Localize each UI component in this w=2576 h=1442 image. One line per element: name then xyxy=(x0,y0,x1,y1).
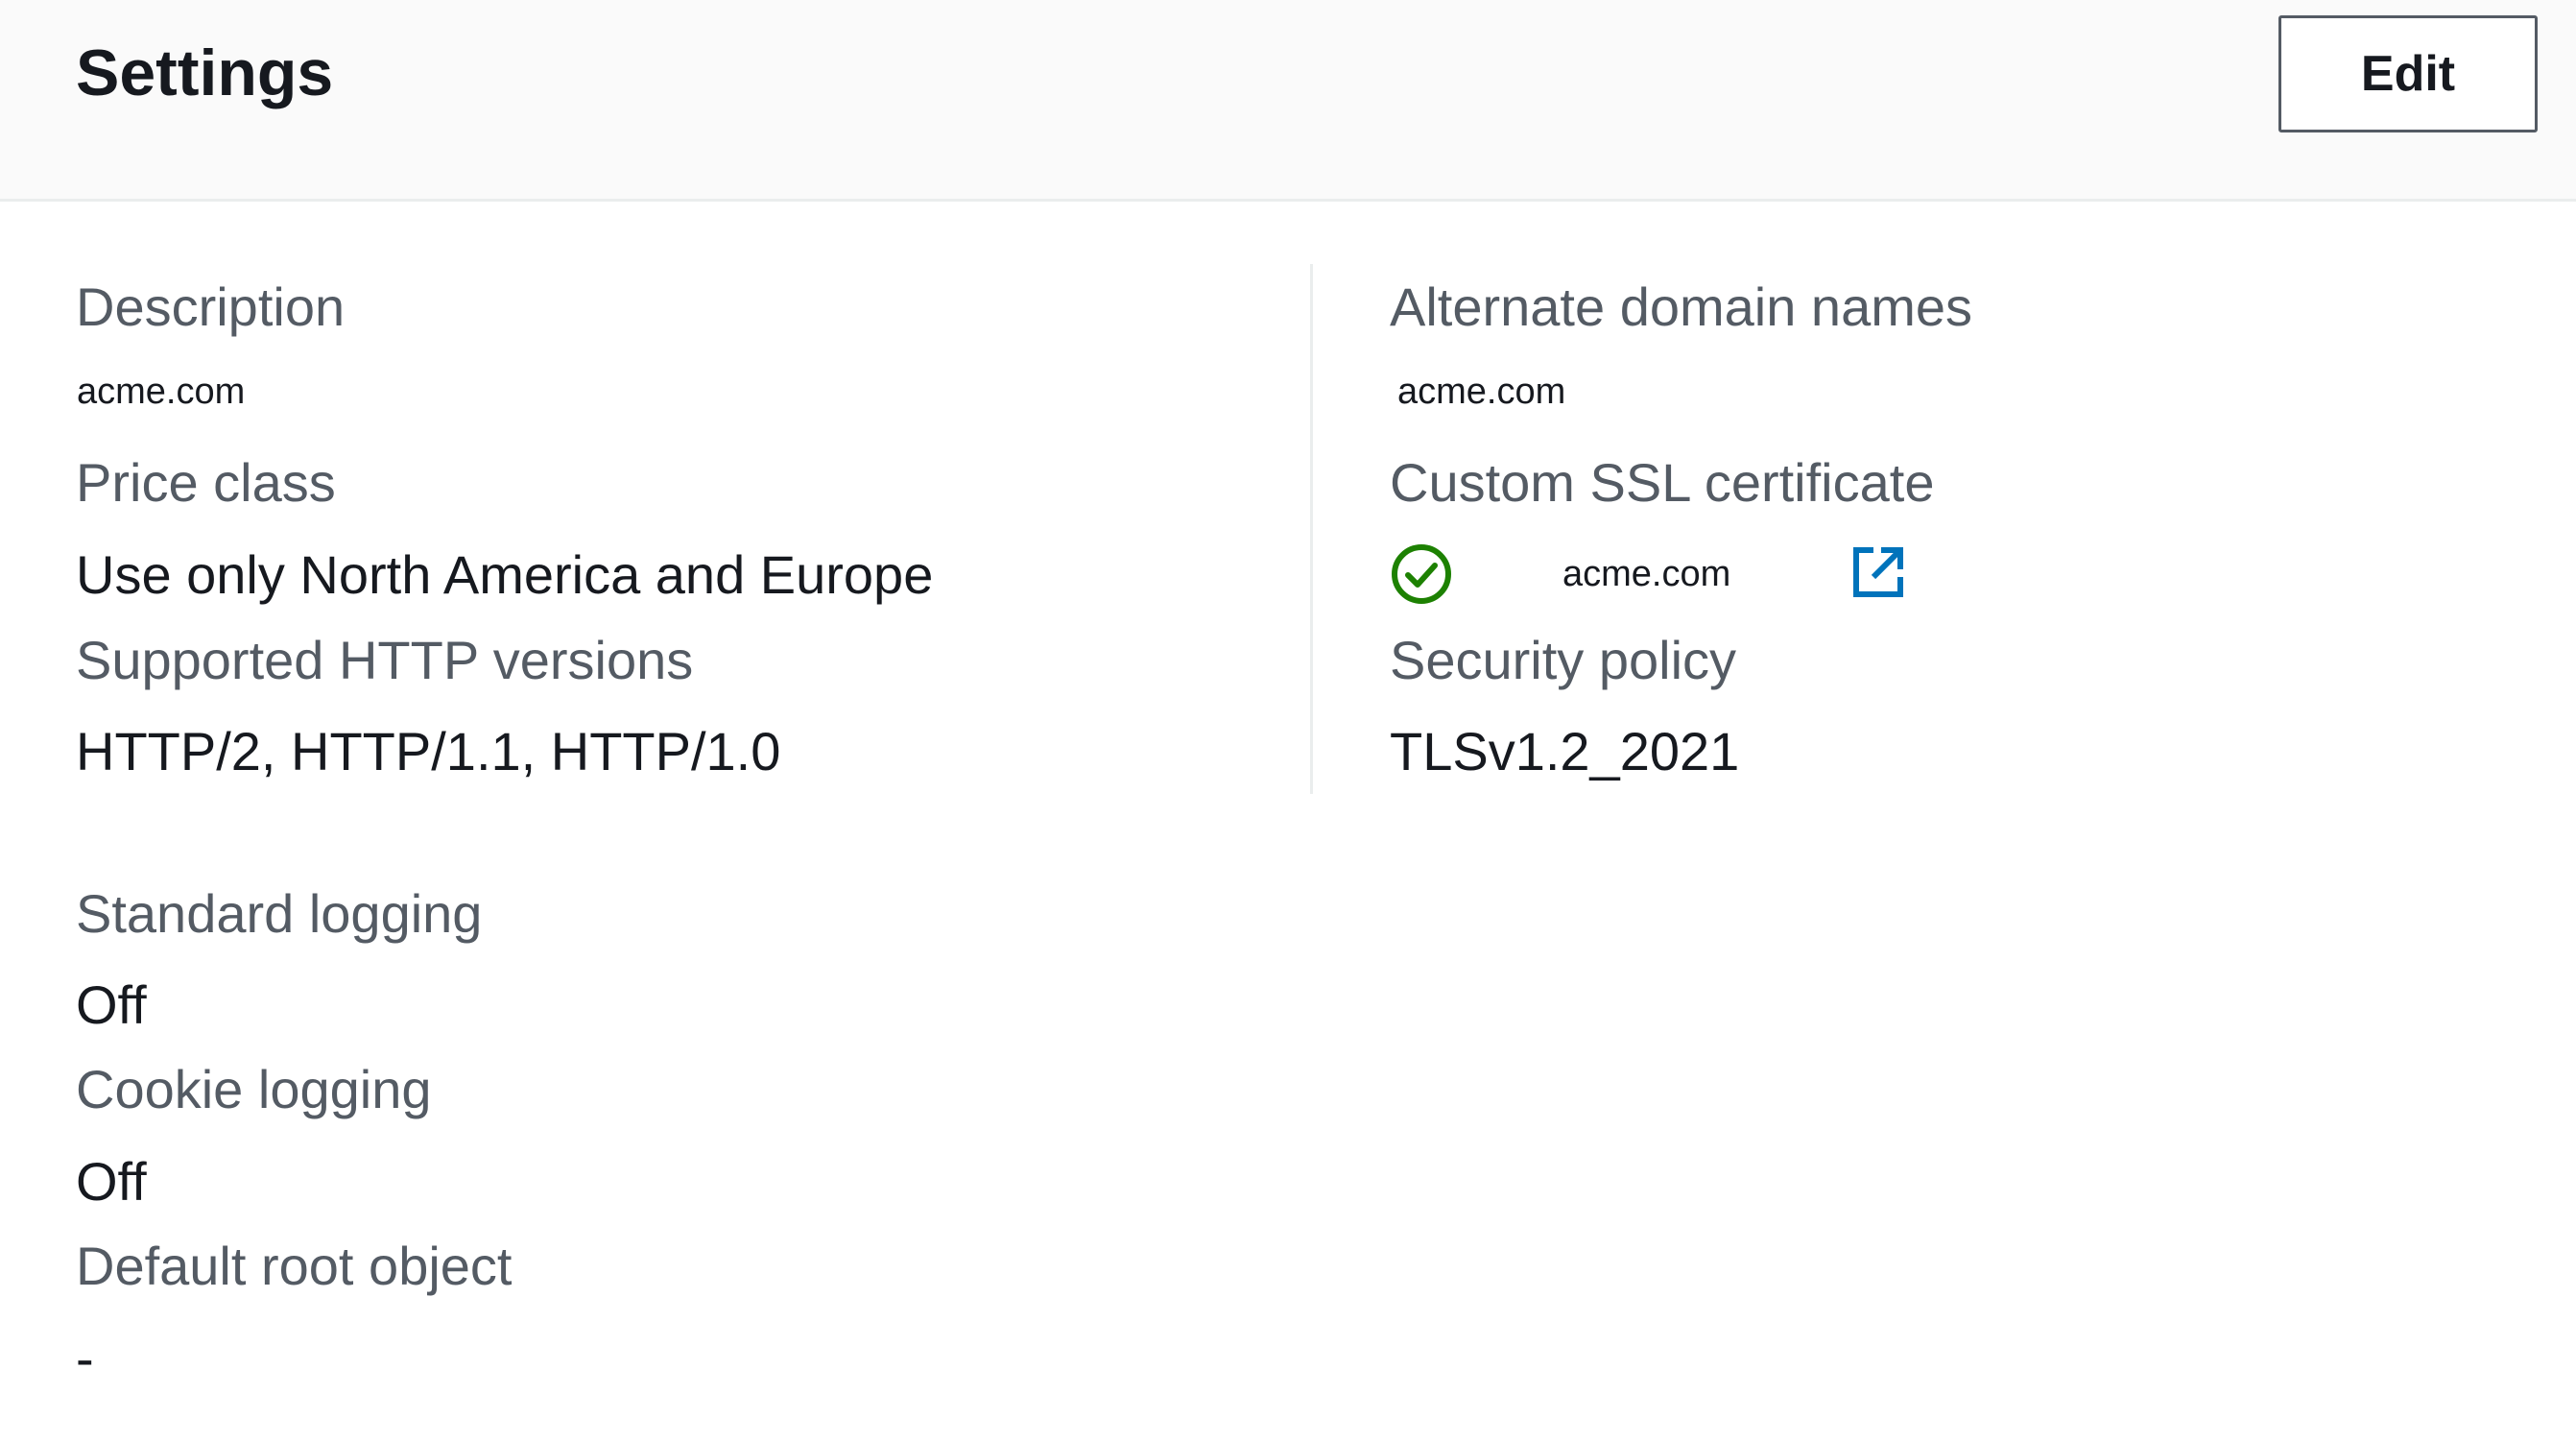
settings-header: Settings Edit xyxy=(0,0,2576,202)
ssl-certificate-value: acme.com xyxy=(1562,554,1731,594)
column-divider xyxy=(1310,264,1313,794)
price-class-value: Use only North America and Europe xyxy=(76,544,934,605)
http-versions-value: HTTP/2, HTTP/1.1, HTTP/1.0 xyxy=(76,721,781,781)
default-root-object-label: Default root object xyxy=(76,1236,513,1296)
external-link-icon[interactable] xyxy=(1849,542,1908,602)
default-root-object-value: - xyxy=(76,1328,94,1388)
cookie-logging-value: Off xyxy=(76,1151,147,1212)
page-title: Settings xyxy=(76,36,334,109)
price-class-label: Price class xyxy=(76,452,336,513)
ssl-certificate-label: Custom SSL certificate xyxy=(1390,452,1935,513)
standard-logging-value: Off xyxy=(76,974,147,1035)
standard-logging-label: Standard logging xyxy=(76,883,483,944)
alternate-domains-value: acme.com xyxy=(1397,372,1566,412)
security-policy-value: TLSv1.2_2021 xyxy=(1390,721,1740,781)
description-value: acme.com xyxy=(77,372,246,412)
http-versions-label: Supported HTTP versions xyxy=(76,630,694,690)
edit-button[interactable]: Edit xyxy=(2278,15,2538,132)
security-policy-label: Security policy xyxy=(1390,630,1737,690)
check-circle-icon xyxy=(1392,544,1451,604)
cookie-logging-label: Cookie logging xyxy=(76,1059,432,1119)
alternate-domains-label: Alternate domain names xyxy=(1390,276,1973,337)
ssl-certificate-row: acme.com xyxy=(1390,542,1966,608)
description-label: Description xyxy=(76,276,346,337)
